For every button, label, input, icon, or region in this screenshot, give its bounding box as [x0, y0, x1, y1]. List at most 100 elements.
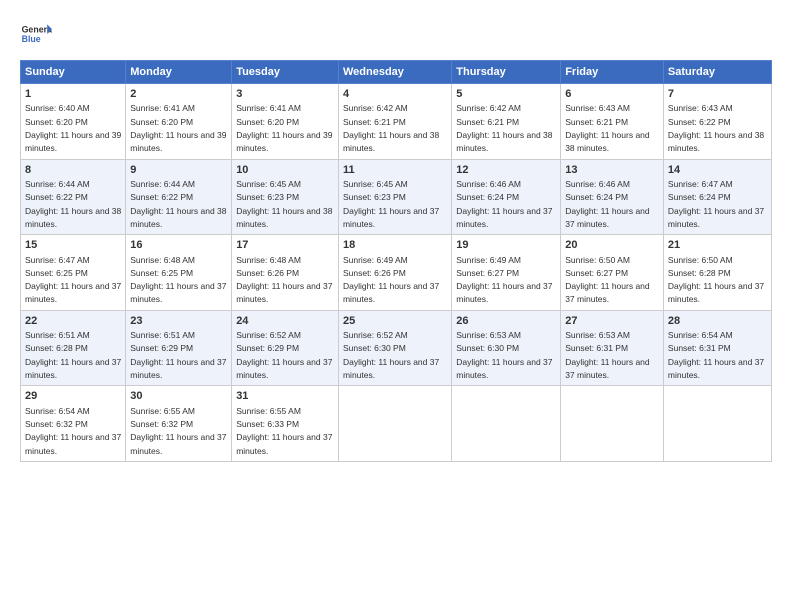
day-number: 9: [130, 163, 227, 178]
sunrise-info: Sunrise: 6:53 AM: [456, 330, 521, 340]
calendar-cell: [561, 386, 664, 462]
sunset-info: Sunset: 6:20 PM: [130, 117, 193, 127]
sunrise-info: Sunrise: 6:42 AM: [343, 103, 408, 113]
sunset-info: Sunset: 6:23 PM: [343, 192, 406, 202]
sunrise-info: Sunrise: 6:44 AM: [25, 179, 90, 189]
day-number: 10: [236, 163, 334, 178]
sunset-info: Sunset: 6:25 PM: [130, 268, 193, 278]
daylight-info: Daylight: 11 hours and 37 minutes.: [565, 206, 649, 229]
sunrise-info: Sunrise: 6:50 AM: [565, 255, 630, 265]
daylight-info: Daylight: 11 hours and 39 minutes.: [25, 130, 121, 153]
daylight-info: Daylight: 11 hours and 37 minutes.: [25, 357, 121, 380]
daylight-info: Daylight: 11 hours and 37 minutes.: [565, 357, 649, 380]
sunrise-info: Sunrise: 6:40 AM: [25, 103, 90, 113]
calendar-cell: 1Sunrise: 6:40 AMSunset: 6:20 PMDaylight…: [21, 84, 126, 160]
day-number: 6: [565, 87, 659, 102]
calendar-week-row: 29Sunrise: 6:54 AMSunset: 6:32 PMDayligh…: [21, 386, 772, 462]
sunrise-info: Sunrise: 6:45 AM: [236, 179, 301, 189]
calendar-cell: 10Sunrise: 6:45 AM Sunset: 6:23 PM Dayligh…: [232, 159, 339, 235]
calendar-week-row: 22Sunrise: 6:51 AMSunset: 6:28 PMDayligh…: [21, 310, 772, 386]
sunset-info: Sunset: 6:27 PM: [456, 268, 519, 278]
page: General Blue SundayMondayTuesdayWednesda…: [0, 0, 792, 612]
sunrise-info: Sunrise: 6:49 AM: [343, 255, 408, 265]
sunset-info: Sunset: 6:24 PM: [456, 192, 519, 202]
sunrise-info: Sunrise: 6:55 AM: [236, 406, 301, 416]
day-number: 1: [25, 87, 121, 102]
sunrise-info: Sunrise: 6:50 AM: [668, 255, 733, 265]
daylight-info: Daylight: 11 hours and 37 minutes.: [236, 357, 332, 380]
daylight-info: Daylight: 11 hours and 37 minutes.: [668, 281, 764, 304]
sunset-info: Sunset: 6:31 PM: [565, 343, 628, 353]
calendar-cell: 16Sunrise: 6:48 AMSunset: 6:25 PMDayligh…: [126, 235, 232, 311]
sunrise-info: Sunrise: 6:43 AM: [565, 103, 630, 113]
daylight-info: Daylight: 11 hours and 39 minutes.: [236, 130, 332, 153]
sunrise-info: Sunrise: 6:48 AM: [130, 255, 195, 265]
sunset-info: Sunset: 6:21 PM: [565, 117, 628, 127]
calendar-cell: 2Sunrise: 6:41 AMSunset: 6:20 PMDaylight…: [126, 84, 232, 160]
calendar-week-row: 15Sunrise: 6:47 AMSunset: 6:25 PMDayligh…: [21, 235, 772, 311]
sunset-info: Sunset: 6:26 PM: [236, 268, 299, 278]
calendar-cell: 19Sunrise: 6:49 AMSunset: 6:27 PMDayligh…: [452, 235, 561, 311]
day-number: 26: [456, 314, 556, 329]
sunrise-info: Sunrise: 6:48 AM: [236, 255, 301, 265]
logo: General Blue: [20, 18, 52, 50]
daylight-info: Daylight: 11 hours and 37 minutes.: [565, 281, 649, 304]
sunrise-info: Sunrise: 6:43 AM: [668, 103, 733, 113]
calendar-cell: 28Sunrise: 6:54 AMSunset: 6:31 PMDayligh…: [663, 310, 771, 386]
calendar-cell: 5Sunrise: 6:42 AMSunset: 6:21 PMDaylight…: [452, 84, 561, 160]
sunset-info: Sunset: 6:31 PM: [668, 343, 731, 353]
daylight-info: Daylight: 11 hours and 38 minutes.: [25, 206, 121, 229]
sunset-info: Sunset: 6:24 PM: [668, 192, 731, 202]
sunrise-info: Sunrise: 6:51 AM: [25, 330, 90, 340]
sunrise-info: Sunrise: 6:47 AM: [25, 255, 90, 265]
sunrise-info: Sunrise: 6:42 AM: [456, 103, 521, 113]
calendar-cell: 15Sunrise: 6:47 AMSunset: 6:25 PMDayligh…: [21, 235, 126, 311]
sunset-info: Sunset: 6:21 PM: [456, 117, 519, 127]
sunset-info: Sunset: 6:30 PM: [343, 343, 406, 353]
day-number: 17: [236, 238, 334, 253]
sunset-info: Sunset: 6:30 PM: [456, 343, 519, 353]
daylight-info: Daylight: 11 hours and 37 minutes.: [456, 281, 552, 304]
sunset-info: Sunset: 6:22 PM: [668, 117, 731, 127]
daylight-info: Daylight: 11 hours and 37 minutes.: [668, 357, 764, 380]
sunset-info: Sunset: 6:32 PM: [130, 419, 193, 429]
sunset-info: Sunset: 6:25 PM: [25, 268, 88, 278]
daylight-info: Daylight: 11 hours and 37 minutes.: [343, 281, 439, 304]
calendar-cell: 26Sunrise: 6:53 AMSunset: 6:30 PMDayligh…: [452, 310, 561, 386]
sunrise-info: Sunrise: 6:52 AM: [236, 330, 301, 340]
header-monday: Monday: [126, 61, 232, 84]
daylight-info: Daylight: 11 hours and 37 minutes.: [25, 432, 121, 455]
calendar-cell: 30Sunrise: 6:55 AMSunset: 6:32 PMDayligh…: [126, 386, 232, 462]
sunset-info: Sunset: 6:24 PM: [565, 192, 628, 202]
daylight-info: Daylight: 11 hours and 38 minutes.: [456, 130, 552, 153]
header-thursday: Thursday: [452, 61, 561, 84]
sunrise-info: Sunrise: 6:55 AM: [130, 406, 195, 416]
calendar-week-row: 1Sunrise: 6:40 AM Sunset: 6:20 PM Daylight…: [21, 84, 772, 160]
day-number: 18: [343, 238, 447, 253]
day-number: 19: [456, 238, 556, 253]
daylight-info: Daylight: 11 hours and 38 minutes.: [236, 206, 332, 229]
daylight-info: Daylight: 11 hours and 37 minutes.: [343, 357, 439, 380]
sunset-info: Sunset: 6:26 PM: [343, 268, 406, 278]
header-sunday: Sunday: [21, 61, 126, 84]
daylight-info: Daylight: 11 hours and 38 minutes.: [668, 130, 764, 153]
sunset-info: Sunset: 6:27 PM: [565, 268, 628, 278]
calendar-cell: 23Sunrise: 6:51 AMSunset: 6:29 PMDayligh…: [126, 310, 232, 386]
header-wednesday: Wednesday: [338, 61, 451, 84]
sunset-info: Sunset: 6:23 PM: [236, 192, 299, 202]
daylight-info: Daylight: 11 hours and 38 minutes.: [565, 130, 649, 153]
sunset-info: Sunset: 6:21 PM: [343, 117, 406, 127]
calendar-cell: 31Sunrise: 6:55 AMSunset: 6:33 PMDayligh…: [232, 386, 339, 462]
day-number: 16: [130, 238, 227, 253]
day-number: 8: [25, 163, 121, 178]
day-number: 7: [668, 87, 767, 102]
day-number: 13: [565, 163, 659, 178]
calendar-cell: 29Sunrise: 6:54 AMSunset: 6:32 PMDayligh…: [21, 386, 126, 462]
day-number: 21: [668, 238, 767, 253]
day-number: 25: [343, 314, 447, 329]
sunset-info: Sunset: 6:29 PM: [236, 343, 299, 353]
sunrise-info: Sunrise: 6:47 AM: [668, 179, 733, 189]
header-tuesday: Tuesday: [232, 61, 339, 84]
calendar-cell: 21Sunrise: 6:50 AMSunset: 6:28 PMDayligh…: [663, 235, 771, 311]
sunset-info: Sunset: 6:22 PM: [25, 192, 88, 202]
